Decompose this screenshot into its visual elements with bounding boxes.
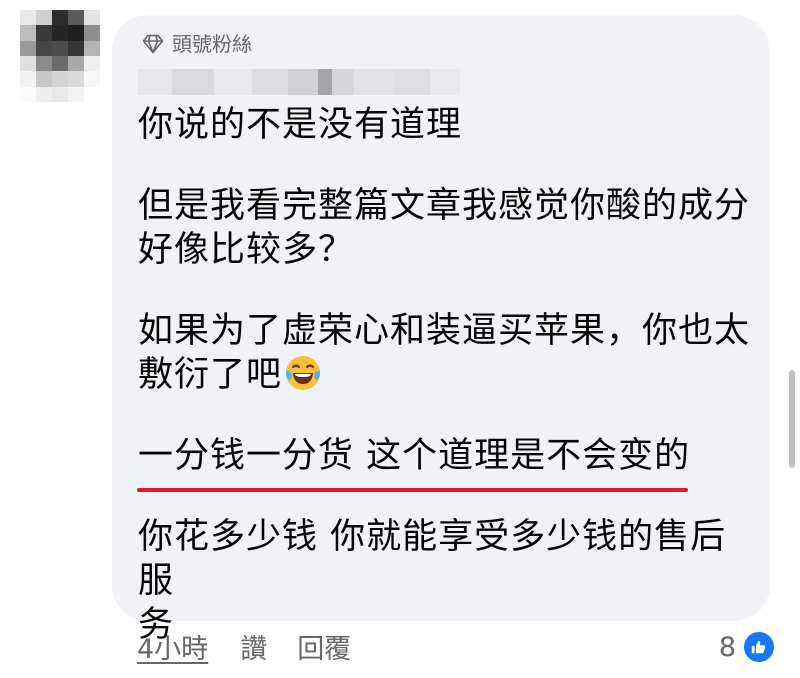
comment-paragraph: 你说的不是没有道理 bbox=[138, 105, 463, 145]
diamond-icon bbox=[142, 34, 164, 54]
comment-paragraph: 如果为了虚荣心和装逼买苹果，你也太 敷衍了吧 bbox=[138, 309, 758, 397]
comment-paragraph: 但是我看完整篇文章我感觉你酸的成分 好像比较多？ bbox=[138, 186, 751, 270]
timestamp-link[interactable]: 4小時 bbox=[137, 632, 208, 668]
comment-paragraph-highlighted: 一分钱一分货 这个道理是不会变的 bbox=[138, 436, 691, 476]
comment-view: 頭號粉絲 你说的不是没有道理 但是我看完整篇文章我感觉你酸的成分 好像比较多？ … bbox=[0, 0, 800, 678]
badge-label: 頭號粉絲 bbox=[172, 32, 252, 56]
reaction-summary[interactable]: 8 bbox=[719, 630, 776, 664]
scrollbar-thumb[interactable] bbox=[789, 370, 795, 468]
like-button[interactable]: 讚 bbox=[240, 632, 267, 668]
reply-button[interactable]: 回覆 bbox=[297, 632, 351, 668]
reaction-count: 8 bbox=[718, 631, 736, 663]
top-fan-badge: 頭號粉絲 bbox=[142, 32, 252, 56]
comment-paragraph: 你花多少钱 你就能享受多少钱的售后服 务 bbox=[138, 517, 727, 645]
comment-bubble: 頭號粉絲 你说的不是没有道理 但是我看完整篇文章我感觉你酸的成分 好像比较多？ … bbox=[112, 15, 770, 645]
comment-actions: 4小時 讚 回覆 bbox=[137, 632, 351, 668]
avatar[interactable] bbox=[20, 10, 100, 102]
laughing-crying-emoji bbox=[286, 356, 321, 390]
comment-paragraph-text: 如果为了虚荣心和装逼买苹果，你也太 敷衍了吧 bbox=[138, 311, 751, 395]
commenter-name-blurred[interactable] bbox=[138, 69, 460, 95]
comment-body: 你说的不是没有道理 但是我看完整篇文章我感觉你酸的成分 好像比较多？ 如果为了虚… bbox=[138, 103, 758, 647]
thumbs-up-icon bbox=[742, 630, 776, 664]
red-underline-annotation bbox=[137, 488, 688, 492]
